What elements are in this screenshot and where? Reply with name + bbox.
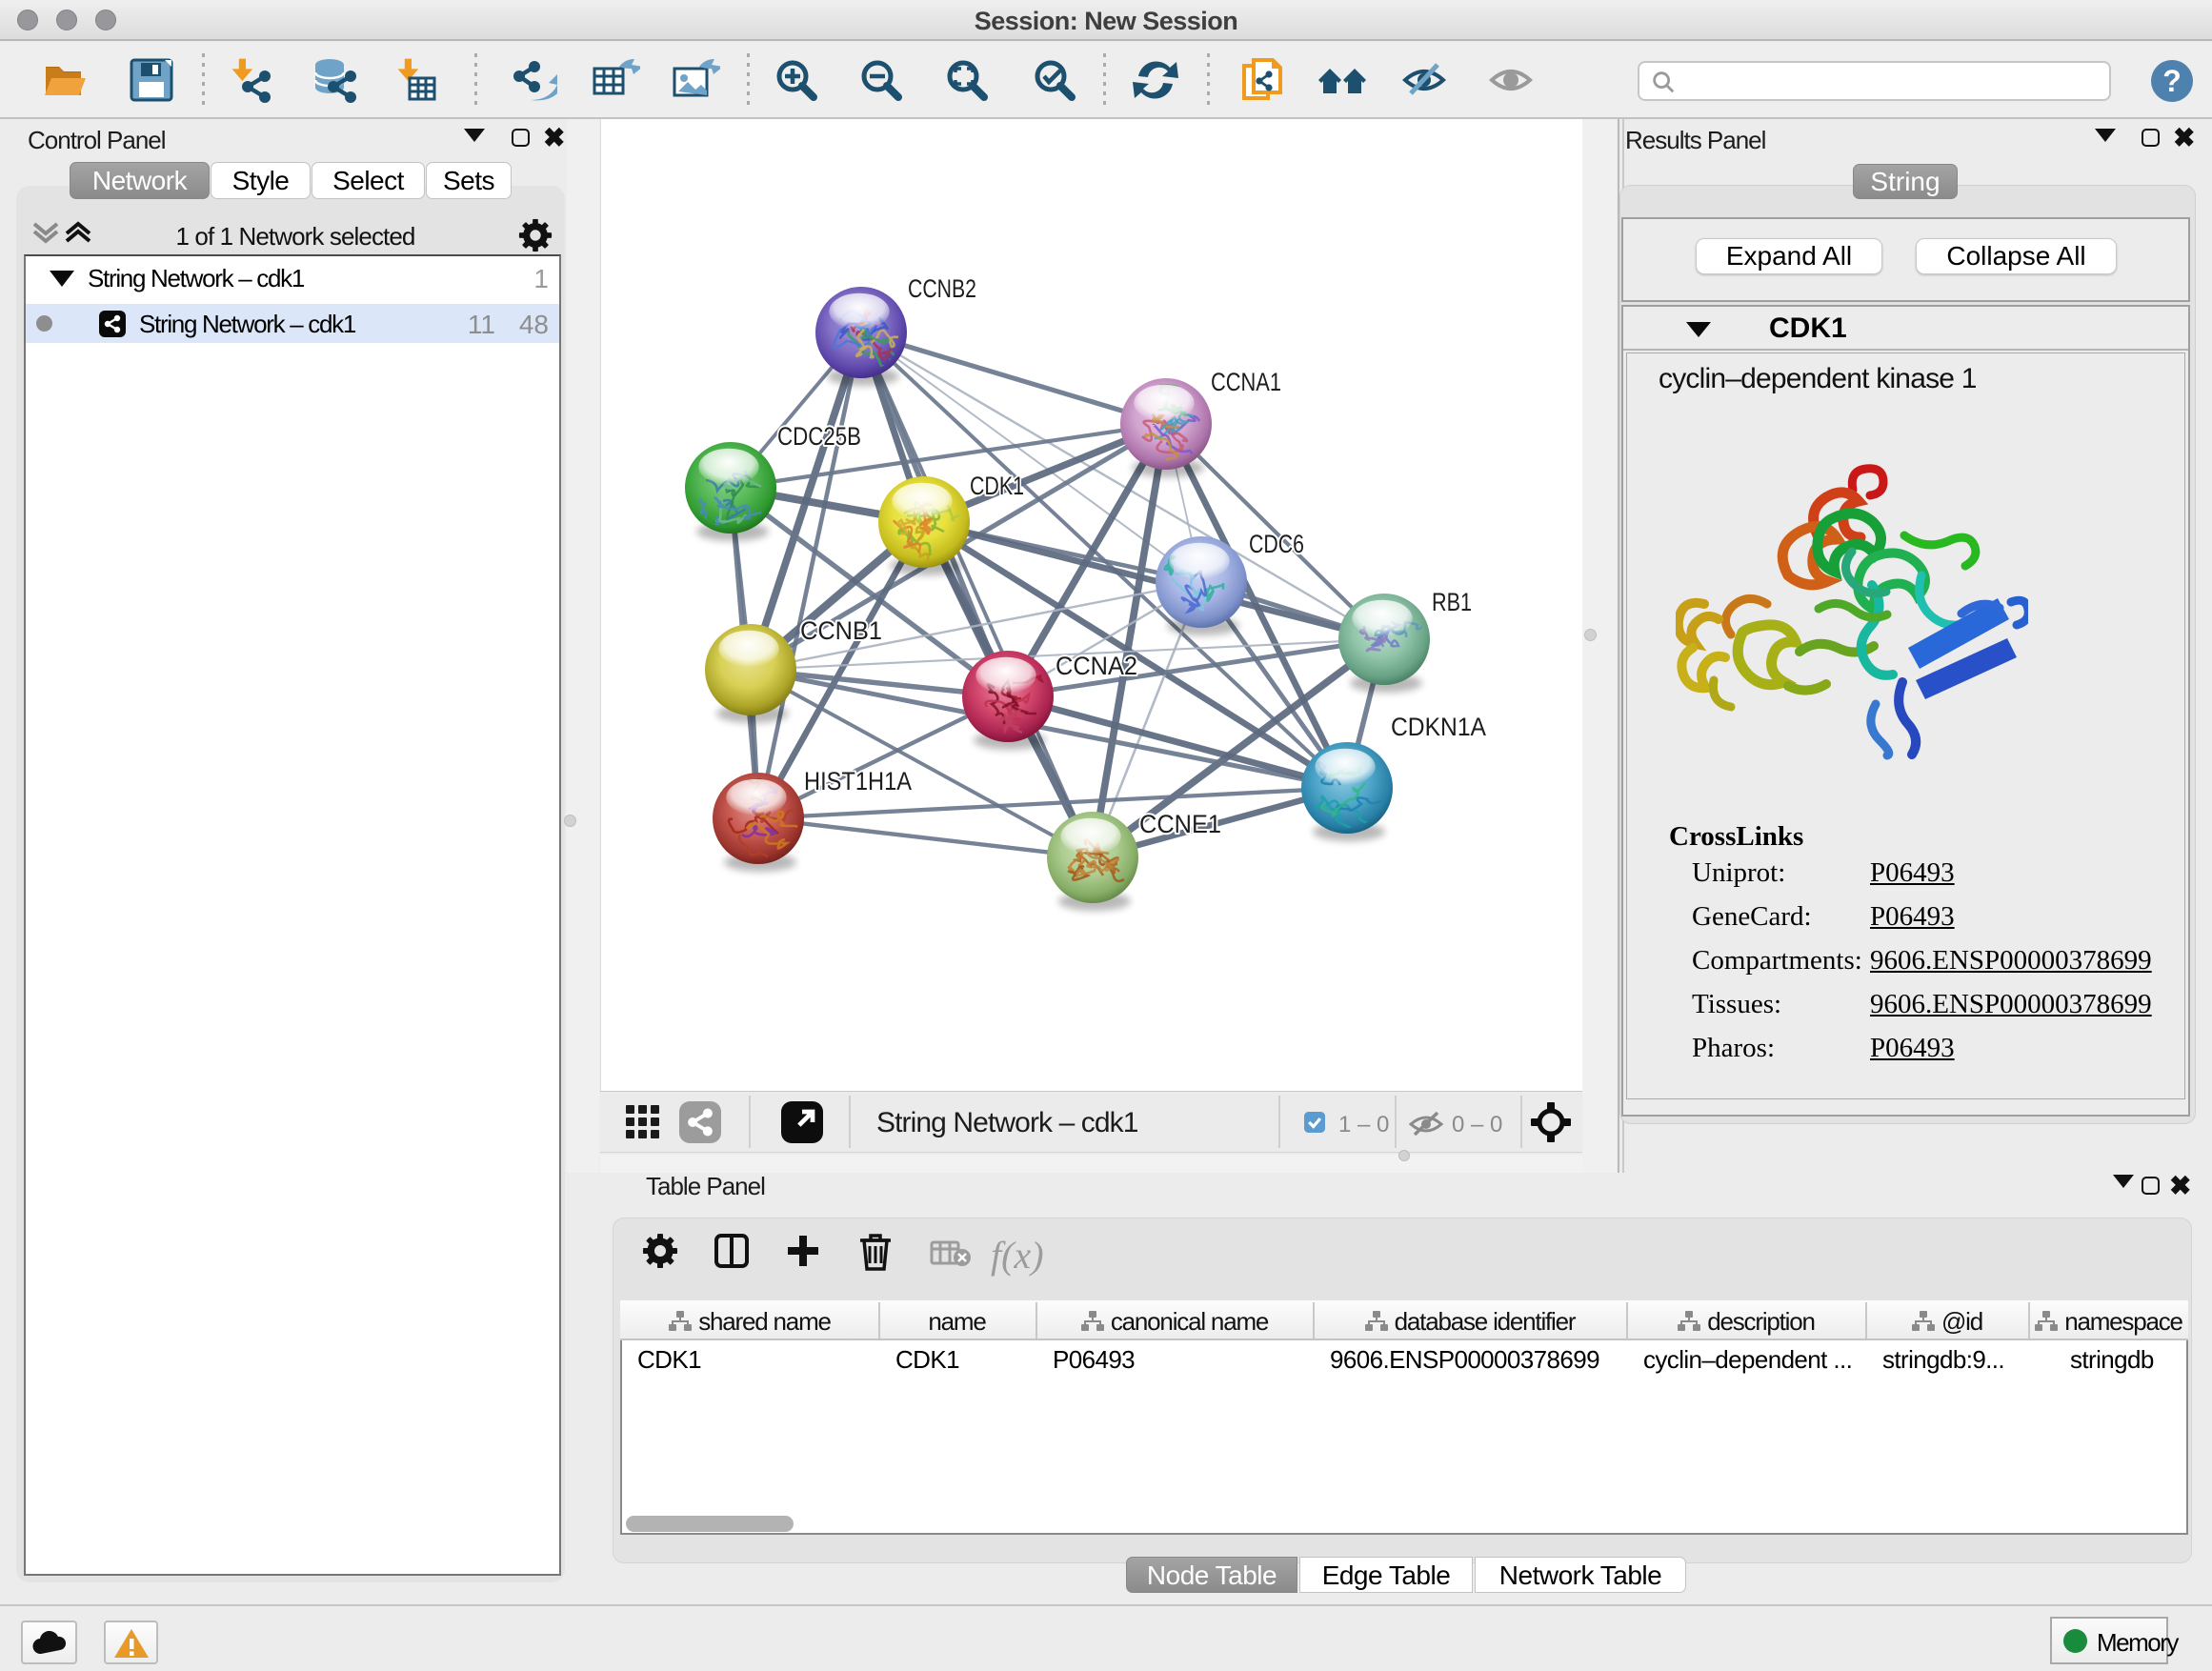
svg-text:CCNE1: CCNE1 — [1139, 810, 1221, 838]
svg-text:CCNB1: CCNB1 — [800, 616, 882, 645]
svg-text:RB1: RB1 — [1432, 588, 1472, 616]
svg-text:CDC25B: CDC25B — [777, 422, 861, 451]
svg-text:CCNA2: CCNA2 — [1056, 652, 1137, 680]
svg-text:HIST1H1A: HIST1H1A — [804, 767, 912, 795]
svg-text:CCNB2: CCNB2 — [908, 274, 976, 303]
svg-text:CDK1: CDK1 — [970, 472, 1024, 500]
svg-text:CDKN1A: CDKN1A — [1391, 713, 1486, 741]
svg-text:CDC6: CDC6 — [1249, 530, 1304, 558]
svg-text:CCNA1: CCNA1 — [1211, 368, 1281, 396]
